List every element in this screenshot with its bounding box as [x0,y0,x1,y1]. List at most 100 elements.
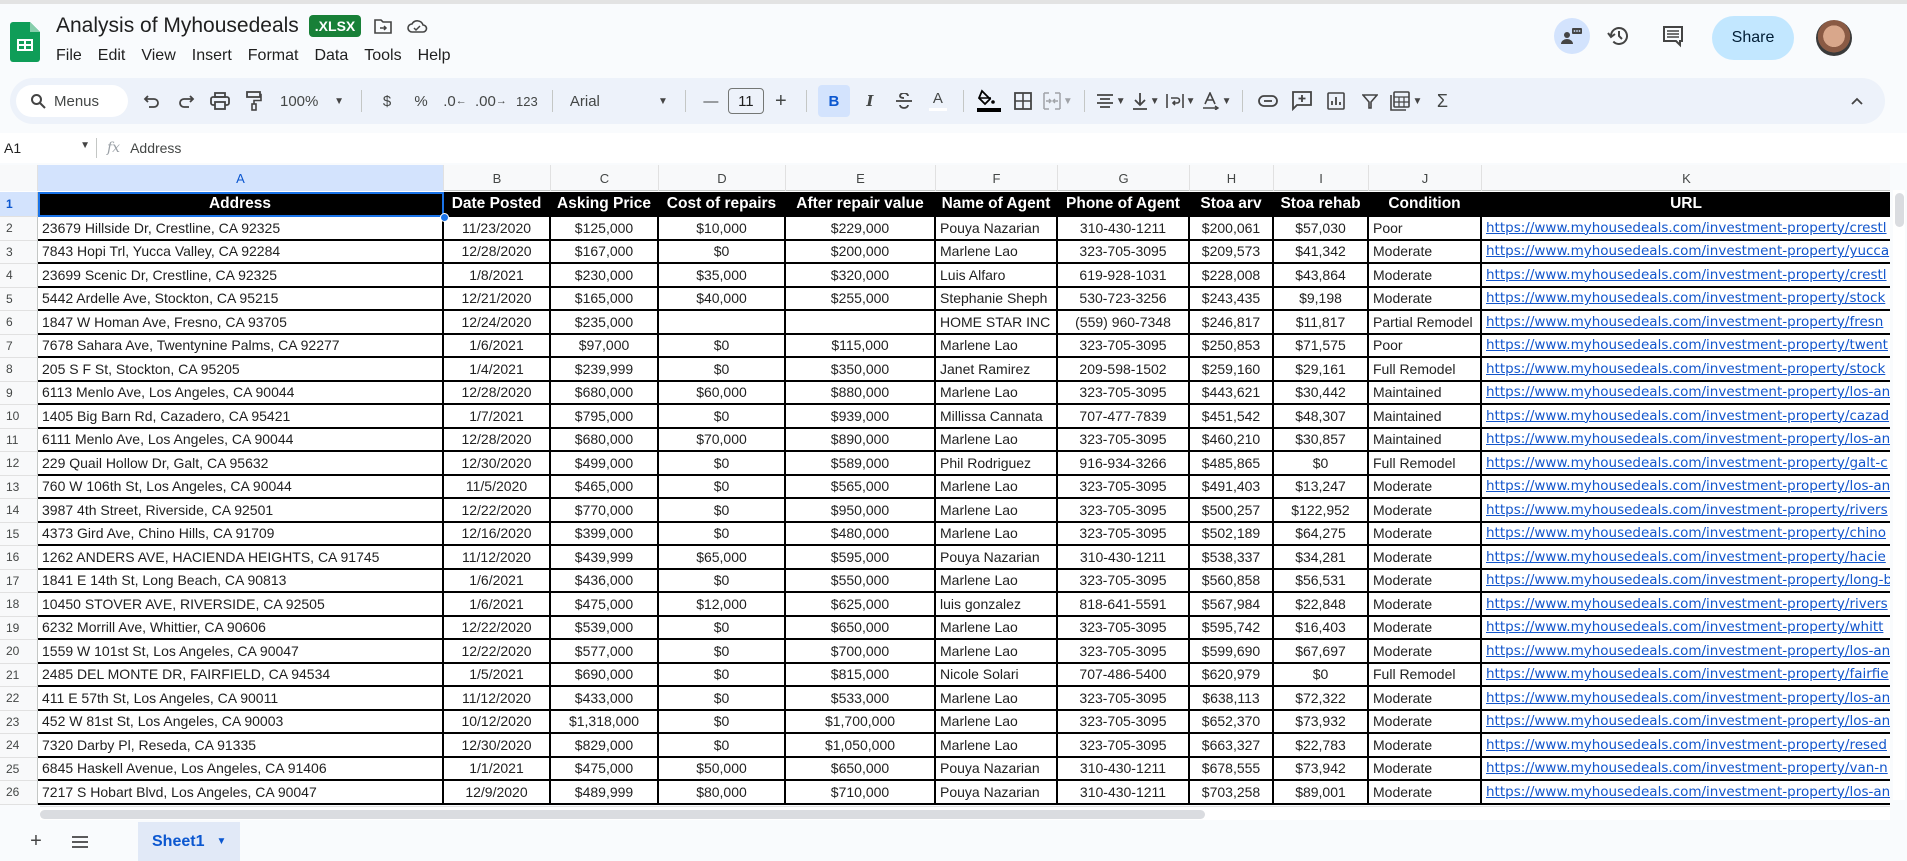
data-cell[interactable]: Marlene Lao [936,569,1058,593]
data-cell[interactable]: $11,817 [1274,311,1369,335]
data-cell[interactable]: $0 [659,358,786,382]
url-cell[interactable]: https://www.myhousedeals.com/investment-… [1482,311,1890,335]
data-cell[interactable] [786,311,936,335]
data-cell[interactable]: $399,000 [551,522,659,546]
more-formats-button[interactable]: 123 [513,87,541,115]
data-cell[interactable]: $795,000 [551,405,659,429]
data-cell[interactable]: $599,690 [1190,640,1274,664]
data-cell[interactable]: Marlene Lao [936,522,1058,546]
data-cell[interactable]: Luis Alfaro [936,264,1058,288]
url-link[interactable]: https://www.myhousedeals.com/investment-… [1486,643,1890,659]
data-cell[interactable]: $115,000 [786,334,936,358]
url-cell[interactable]: https://www.myhousedeals.com/investment-… [1482,452,1890,476]
data-cell[interactable]: 10/12/2020 [444,710,551,734]
url-link[interactable]: https://www.myhousedeals.com/investment-… [1486,619,1883,635]
meet-present-button[interactable] [1554,18,1590,54]
url-link[interactable]: https://www.myhousedeals.com/investment-… [1486,314,1883,330]
data-cell[interactable]: Marlene Lao [936,616,1058,640]
data-cell[interactable]: 707-477-7839 [1058,405,1190,429]
vertical-scrollbar[interactable] [1893,190,1905,800]
data-cell[interactable]: $0 [659,734,786,758]
data-cell[interactable]: 1/1/2021 [444,757,551,781]
vertical-align-icon[interactable]: ▼ [1132,87,1160,115]
data-cell[interactable]: 310-430-1211 [1058,217,1190,241]
data-cell[interactable]: $439,999 [551,546,659,570]
data-cell[interactable]: 310-430-1211 [1058,781,1190,805]
data-cell[interactable]: $13,247 [1274,475,1369,499]
data-cell[interactable]: $0 [659,405,786,429]
url-cell[interactable]: https://www.myhousedeals.com/investment-… [1482,687,1890,711]
data-cell[interactable]: 323-705-3095 [1058,240,1190,264]
data-cell[interactable]: $165,000 [551,287,659,311]
data-cell[interactable]: Full Remodel [1369,452,1482,476]
data-cell[interactable]: $550,000 [786,569,936,593]
data-cell[interactable]: $73,932 [1274,710,1369,734]
data-cell[interactable]: $595,742 [1190,616,1274,640]
data-cell[interactable]: $500,257 [1190,499,1274,523]
data-cell[interactable]: $0 [659,569,786,593]
data-cell[interactable]: 12/22/2020 [444,640,551,664]
data-cell[interactable]: $73,942 [1274,757,1369,781]
data-cell[interactable]: $433,000 [551,687,659,711]
url-cell[interactable]: https://www.myhousedeals.com/investment-… [1482,570,1890,593]
strikethrough-icon[interactable] [890,87,918,115]
collapse-toolbar-icon[interactable] [1847,91,1867,111]
data-cell[interactable] [1190,804,1274,805]
data-cell[interactable]: $0 [659,687,786,711]
data-cell[interactable]: $650,000 [786,616,936,640]
data-cell[interactable]: (559) 960-7348 [1058,311,1190,335]
data-cell[interactable]: $0 [659,499,786,523]
url-link[interactable]: https://www.myhousedeals.com/investment-… [1486,596,1888,612]
data-cell[interactable]: $465,000 [551,475,659,499]
document-title[interactable]: Analysis of Myhousedeals [56,14,299,38]
data-cell[interactable]: 6113 Menlo Ave, Los Angeles, CA 90044 [38,381,444,405]
data-cell[interactable]: Full Remodel [1369,358,1482,382]
data-cell[interactable]: $1,318,000 [551,710,659,734]
data-cell[interactable]: $30,857 [1274,428,1369,452]
column-header-f[interactable]: F [936,165,1058,191]
data-cell[interactable]: $436,000 [551,569,659,593]
horizontal-scroll-thumb[interactable] [40,810,1205,819]
row-number[interactable]: 1 [0,192,38,217]
data-cell[interactable]: $235,000 [551,311,659,335]
menu-help[interactable]: Help [410,45,459,67]
data-cell[interactable]: 323-705-3095 [1058,640,1190,664]
data-cell[interactable]: Marlene Lao [936,240,1058,264]
url-link[interactable]: https://www.myhousedeals.com/investment-… [1486,784,1890,800]
filter-icon[interactable] [1356,87,1384,115]
data-cell[interactable]: Full Remodel [1369,663,1482,687]
data-cell[interactable]: 10450 STOVER AVE, RIVERSIDE, CA 92505 [38,593,444,617]
undo-icon[interactable] [138,87,166,115]
url-link[interactable]: https://www.myhousedeals.com/investment-… [1486,337,1888,353]
data-cell[interactable]: 12/28/2020 [444,240,551,264]
data-cell[interactable]: Moderate [1369,240,1482,264]
data-cell[interactable]: $0 [659,240,786,264]
data-cell[interactable]: $443,621 [1190,381,1274,405]
data-cell[interactable]: 916-934-3266 [1058,452,1190,476]
url-cell[interactable]: https://www.myhousedeals.com/investment-… [1482,640,1890,664]
italic-button[interactable]: I [856,87,884,115]
data-cell[interactable]: $16,403 [1274,616,1369,640]
menu-tools[interactable]: Tools [356,45,409,67]
data-cell[interactable]: 7320 Darby Pl, Reseda, CA 91335 [38,734,444,758]
data-cell[interactable]: $560,858 [1190,569,1274,593]
data-cell[interactable]: 6232 Morrill Ave, Whittier, CA 90606 [38,616,444,640]
row-number[interactable]: 13 [0,475,38,499]
data-cell[interactable]: $250,853 [1190,334,1274,358]
data-cell[interactable]: $43,864 [1274,264,1369,288]
data-cell[interactable]: $620,979 [1190,663,1274,687]
vertical-scroll-thumb[interactable] [1895,193,1904,227]
data-cell[interactable]: $0 [1274,663,1369,687]
data-cell[interactable]: $80,000 [659,781,786,805]
data-cell[interactable]: $200,061 [1190,217,1274,241]
data-cell[interactable]: Marlene Lao [936,475,1058,499]
data-cell[interactable]: $60,000 [659,381,786,405]
data-cell[interactable]: $480,000 [786,522,936,546]
url-cell[interactable]: https://www.myhousedeals.com/investment-… [1482,288,1890,311]
data-cell[interactable]: 12/28/2020 [444,428,551,452]
data-cell[interactable]: $259,160 [1190,358,1274,382]
decrease-font-size-icon[interactable]: — [697,87,725,115]
data-cell[interactable]: Moderate [1369,734,1482,758]
data-cell[interactable]: $539,000 [551,616,659,640]
bold-button[interactable]: B [817,85,850,117]
